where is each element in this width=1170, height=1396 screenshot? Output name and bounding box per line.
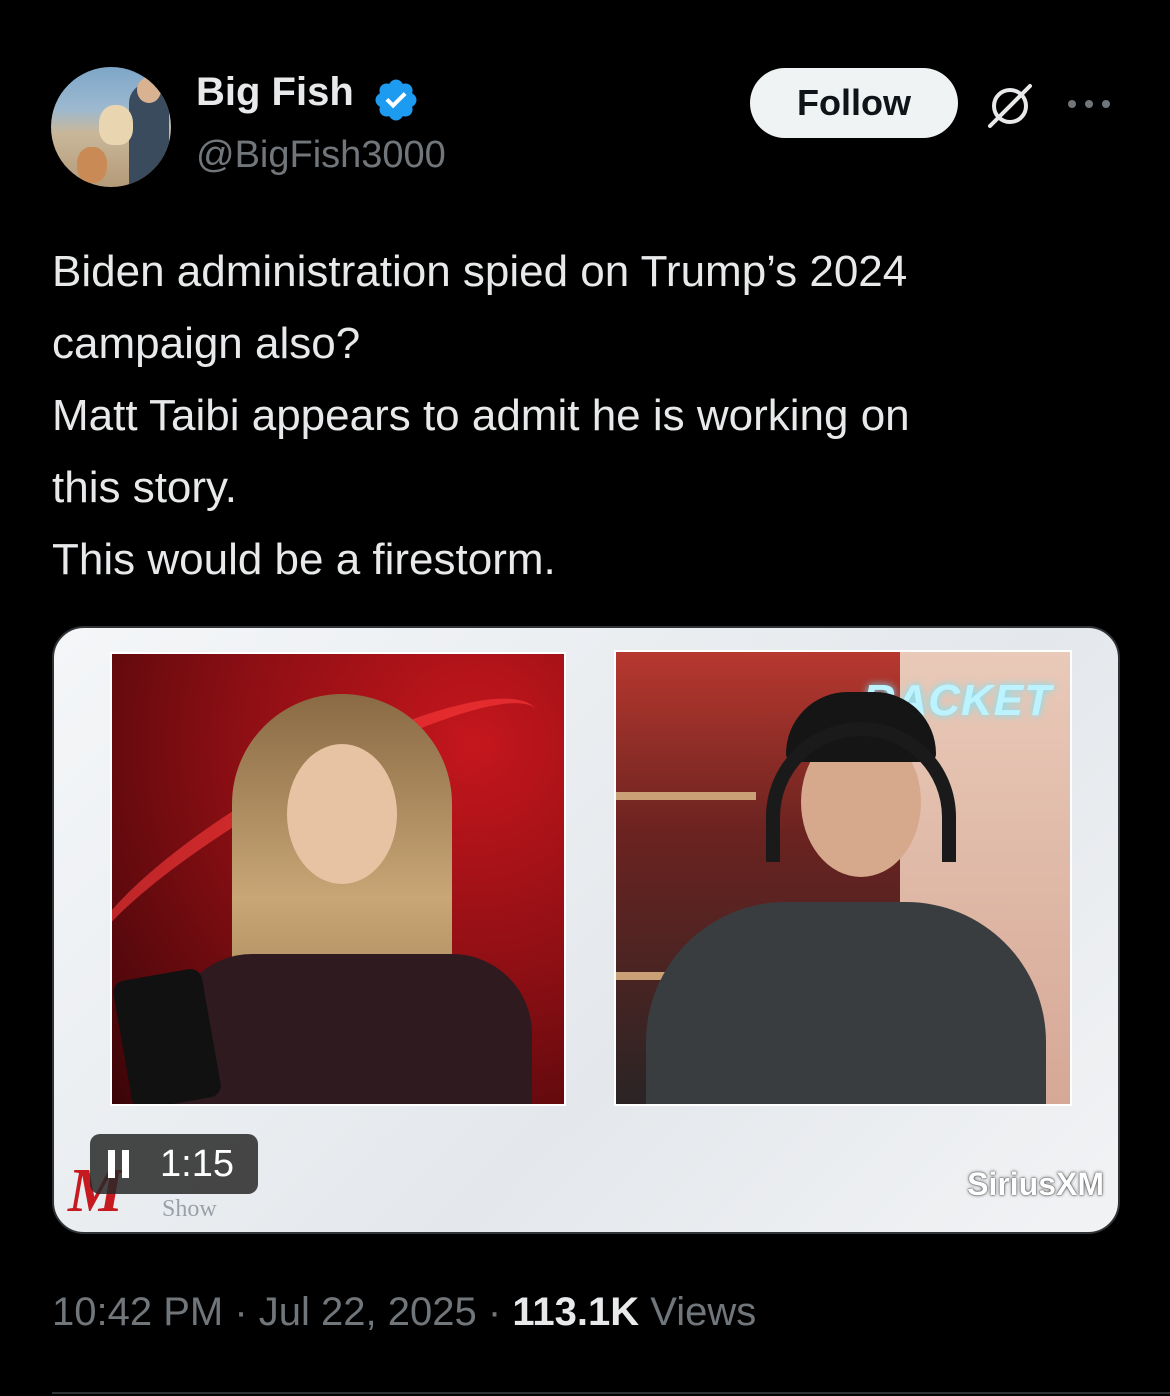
- video-frame-guest: RACKET: [614, 650, 1072, 1106]
- tweet-video[interactable]: RACKET M Show 1:15 SiriusXM: [52, 626, 1120, 1234]
- tweet-meta: 10:42 PM · Jul 22, 2025 · 113.1K Views: [52, 1290, 756, 1335]
- video-frame-host: [110, 652, 566, 1106]
- meta-separator: ·: [487, 1290, 502, 1334]
- guest-body: [646, 902, 1046, 1104]
- avatar-dog-small: [77, 147, 107, 183]
- tweet-line: this story.: [52, 463, 238, 512]
- pause-icon[interactable]: [108, 1150, 132, 1178]
- tweet-line: Biden administration spied on Trump’s 20…: [52, 247, 908, 296]
- follow-button[interactable]: Follow: [750, 68, 958, 138]
- author-name[interactable]: Big Fish: [196, 70, 354, 115]
- tweet-line: campaign also?: [52, 319, 361, 368]
- avatar-dog: [99, 105, 133, 145]
- views-label: Views: [650, 1290, 757, 1334]
- tweet-text: Biden administration spied on Trump’s 20…: [52, 236, 1122, 596]
- meta-separator: ·: [234, 1290, 248, 1334]
- host-face: [287, 744, 397, 884]
- author-avatar[interactable]: [51, 67, 171, 187]
- grok-icon[interactable]: [984, 80, 1036, 132]
- avatar-figure-head: [137, 77, 161, 103]
- video-timer[interactable]: 1:15: [90, 1134, 258, 1194]
- more-icon[interactable]: [1064, 94, 1114, 114]
- host-body: [172, 954, 532, 1104]
- show-logo-word: Show: [162, 1196, 217, 1222]
- video-time: 1:15: [160, 1143, 234, 1185]
- tweet-time[interactable]: 10:42 PM: [52, 1290, 223, 1334]
- verified-badge-icon: [375, 79, 417, 121]
- author-handle[interactable]: @BigFish3000: [196, 134, 446, 177]
- tweet-line: Matt Taibi appears to admit he is workin…: [52, 391, 910, 440]
- siriusxm-watermark: SiriusXM: [967, 1166, 1104, 1202]
- shelf: [616, 792, 756, 800]
- divider: [52, 1392, 1170, 1394]
- tweet-line: This would be a firestorm.: [52, 535, 556, 584]
- tweet-date[interactable]: Jul 22, 2025: [259, 1290, 477, 1334]
- views-count[interactable]: 113.1K: [512, 1290, 639, 1334]
